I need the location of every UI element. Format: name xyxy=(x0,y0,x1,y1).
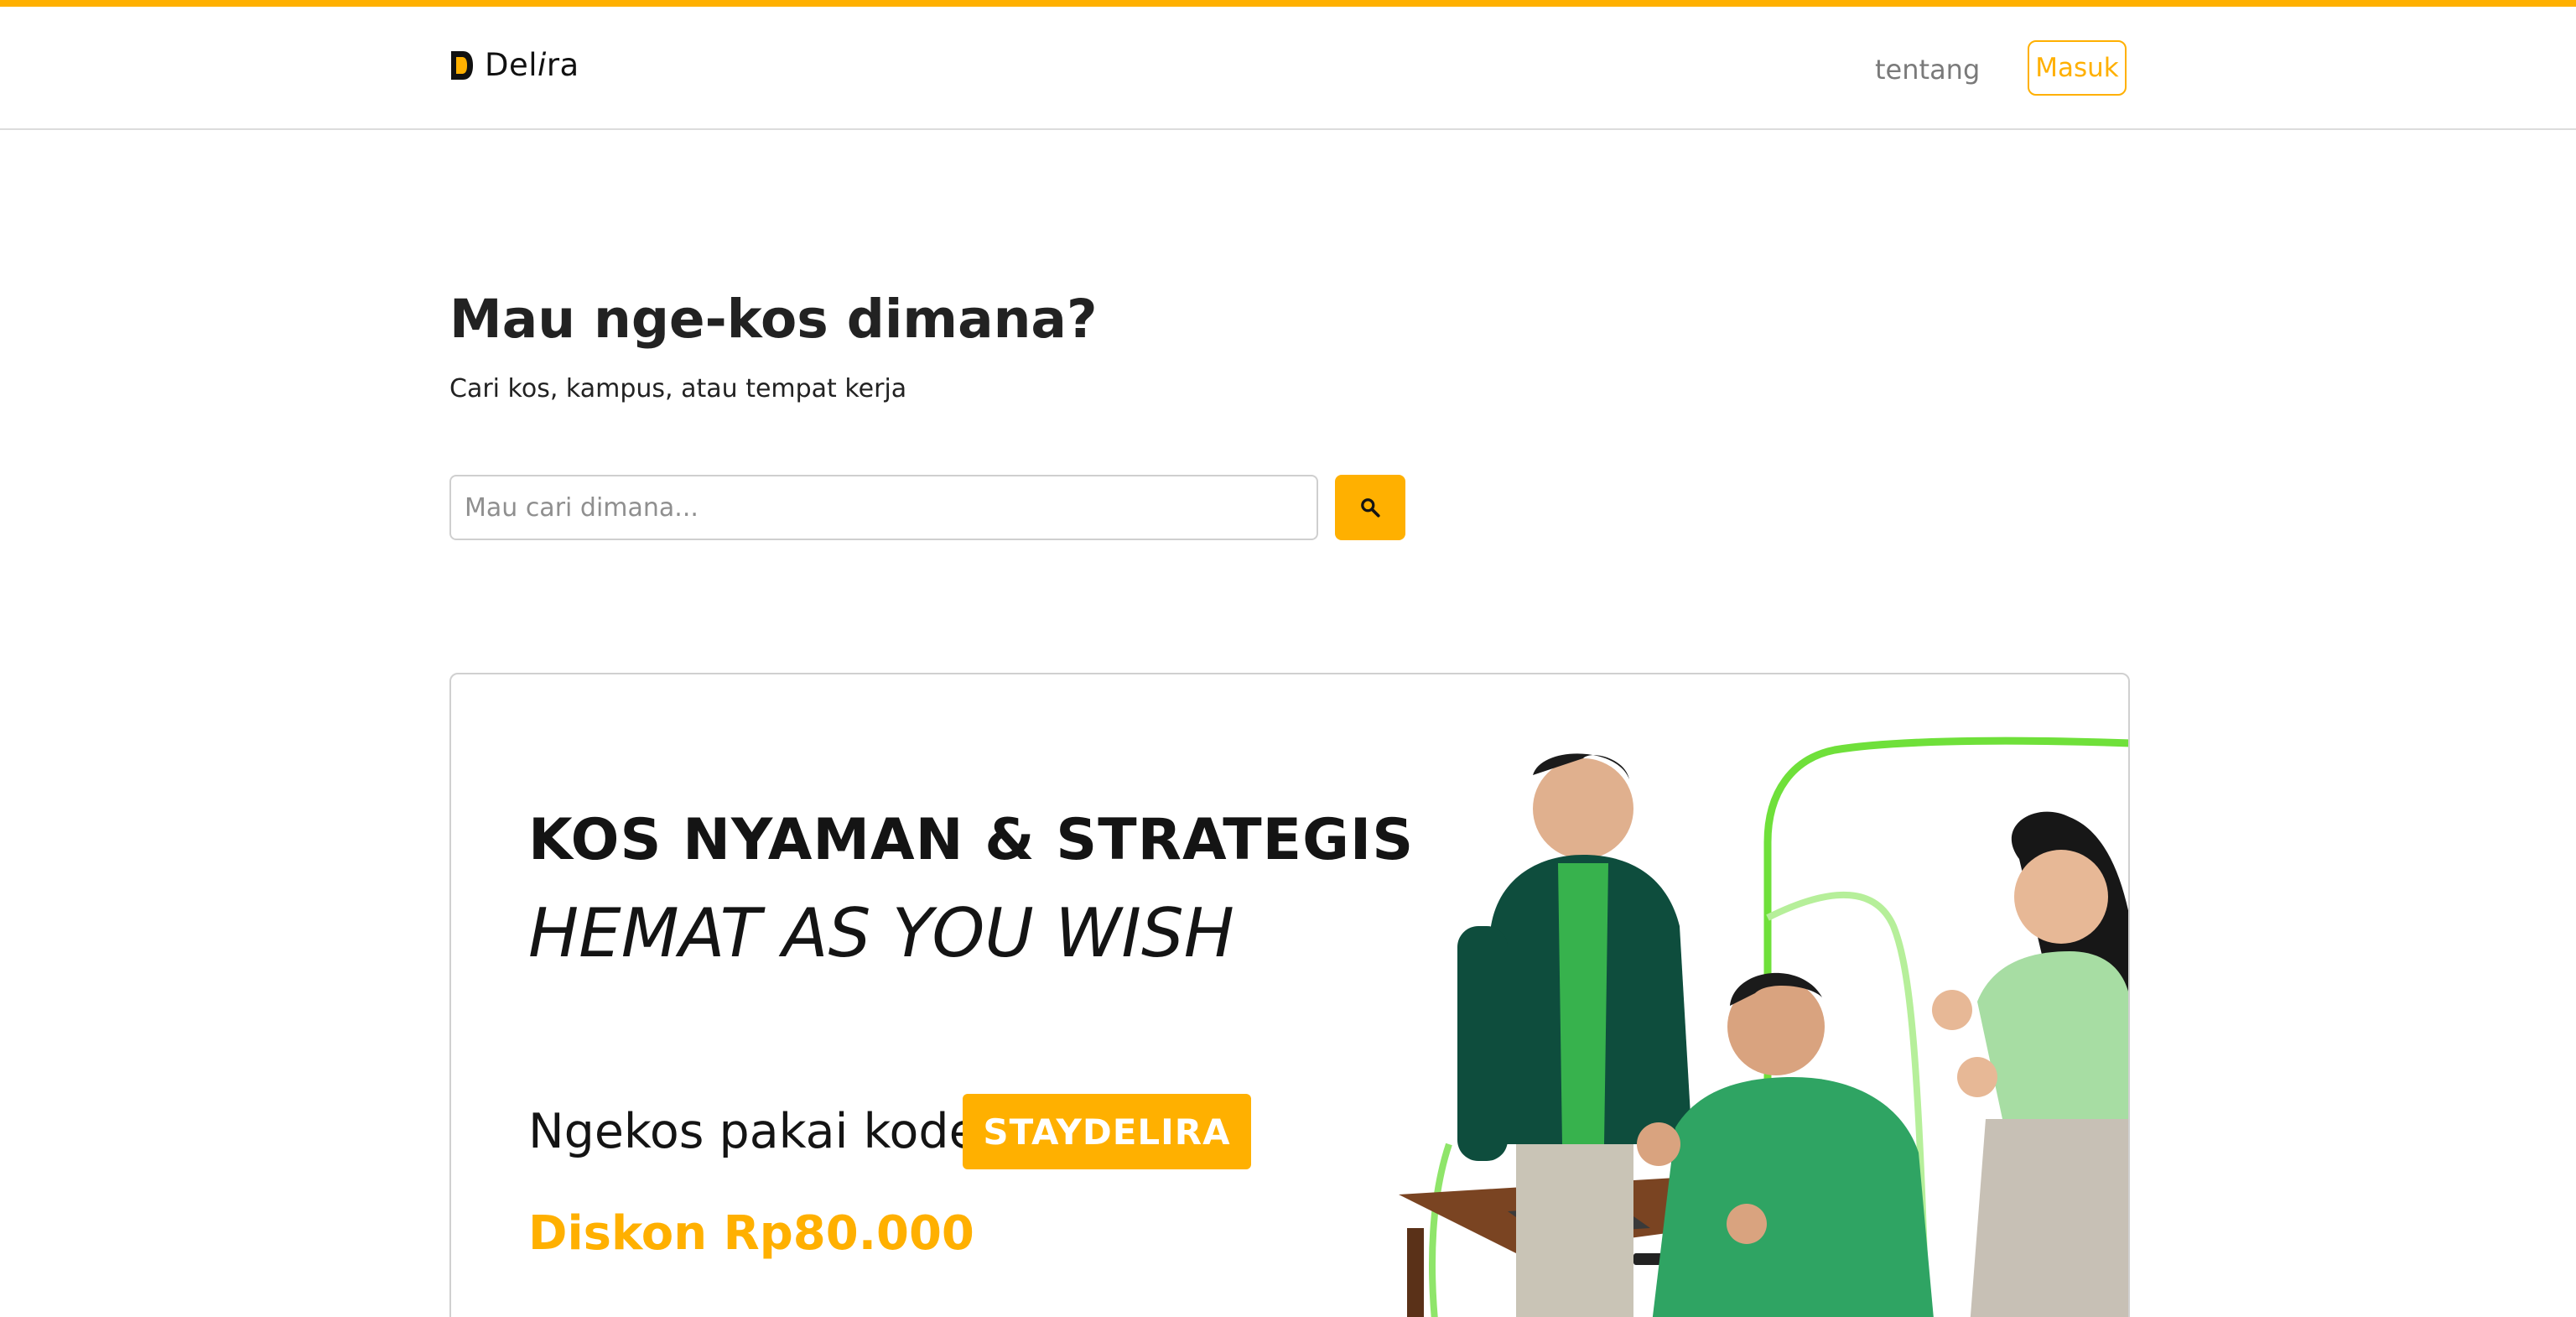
nav-link-about[interactable]: tentang xyxy=(1875,54,1980,86)
people-celebrating-illustration xyxy=(1399,737,2128,1317)
search-input[interactable] xyxy=(449,475,1318,540)
promo-code-badge: STAYDELIRA xyxy=(963,1094,1251,1169)
banner-discount: Diskon Rp80.000 xyxy=(528,1206,974,1261)
brand-logo-link[interactable]: Delira xyxy=(449,47,579,83)
login-button[interactable]: Masuk xyxy=(2028,40,2127,96)
search-button[interactable] xyxy=(1335,475,1405,540)
navbar: Delira tentang Masuk xyxy=(0,7,2576,130)
banner-tagline: HEMAT AS YOU WISH xyxy=(528,894,1234,972)
banner-promo-text: Ngekos pakai kode xyxy=(528,1104,979,1159)
page-title: Mau nge-kos dimana? xyxy=(449,289,1098,350)
page-subtitle: Cari kos, kampus, atau tempat kerja xyxy=(449,374,907,403)
delira-logo-icon xyxy=(451,50,473,80)
banner-headline: KOS NYAMAN & STRATEGIS xyxy=(528,807,1415,873)
brand-name: Delira xyxy=(485,47,579,83)
promo-banner[interactable]: KOS NYAMAN & STRATEGIS HEMAT AS YOU WISH… xyxy=(449,673,2130,1317)
top-accent-bar xyxy=(0,0,2576,7)
search-icon xyxy=(1361,498,1380,518)
